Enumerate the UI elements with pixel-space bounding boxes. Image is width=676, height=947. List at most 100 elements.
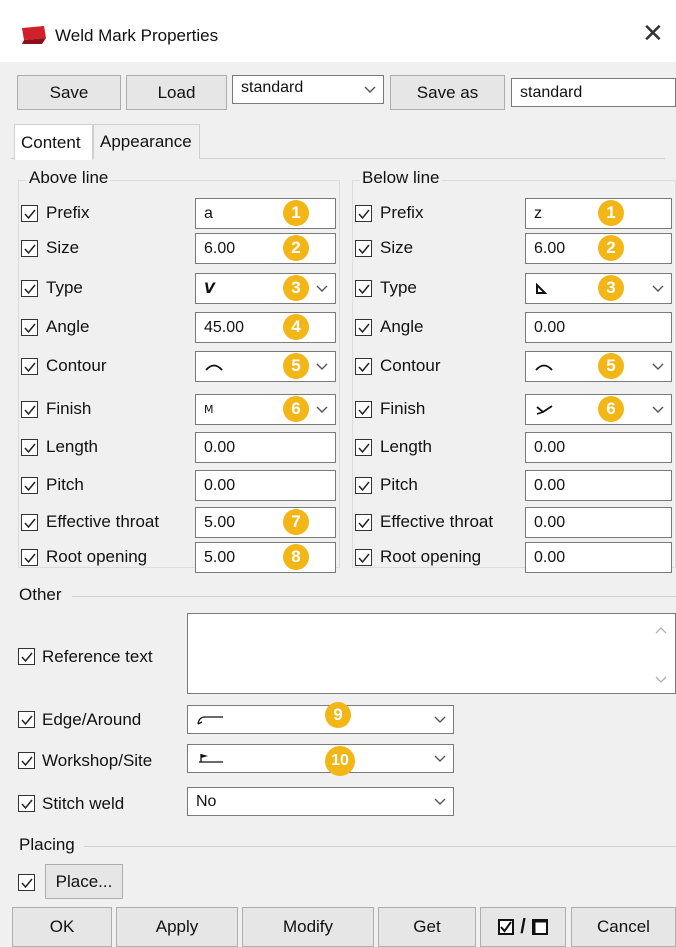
below-effective-throat-checkbox[interactable]	[355, 514, 372, 531]
select-all-toggle-button[interactable]: /	[480, 907, 566, 947]
field-value: z	[534, 204, 542, 222]
field-value: 6.00	[204, 239, 236, 257]
below-type-label: Type	[380, 278, 417, 297]
below-effective-throat-input[interactable]: 0.00	[525, 507, 672, 538]
fillet-symbol-icon	[536, 282, 548, 294]
chevron-down-icon	[364, 86, 376, 93]
checked-box-icon	[498, 919, 515, 935]
tab-appearance[interactable]: Appearance	[93, 124, 200, 159]
above-size-checkbox[interactable]	[21, 240, 38, 257]
above-length-checkbox[interactable]	[21, 439, 38, 456]
above-length-input[interactable]: 0.00	[195, 432, 336, 463]
above-prefix-input[interactable]: a	[195, 198, 336, 229]
above-finish-select[interactable]: M	[195, 394, 336, 425]
below-root-opening-checkbox[interactable]	[355, 549, 372, 566]
above-type-select[interactable]: V	[195, 273, 336, 304]
reference-text-checkbox[interactable]	[18, 648, 35, 665]
above-type-checkbox[interactable]	[21, 280, 38, 297]
above-angle-checkbox[interactable]	[21, 319, 38, 336]
below-finish-label: Finish	[380, 399, 426, 418]
place-button[interactable]: Place...	[45, 864, 123, 899]
load-button[interactable]: Load	[126, 75, 227, 110]
field-value: M	[204, 403, 214, 416]
get-button[interactable]: Get	[378, 907, 476, 947]
above-contour-label: Contour	[46, 356, 107, 375]
edge-around-select[interactable]	[187, 705, 454, 734]
above-effective-throat-checkbox[interactable]	[21, 514, 38, 531]
workshop-site-select[interactable]	[187, 744, 454, 773]
above-finish-checkbox[interactable]	[21, 401, 38, 418]
below-length-input[interactable]: 0.00	[525, 432, 672, 463]
close-icon[interactable]: ✕	[642, 20, 664, 46]
edge-symbol-icon	[197, 715, 223, 725]
below-finish-checkbox[interactable]	[355, 401, 372, 418]
callout-badge: 1	[598, 200, 624, 226]
field-value: 0.00	[534, 548, 566, 566]
above-type-label: Type	[46, 278, 83, 297]
callout-badge: 8	[283, 544, 309, 570]
save-button[interactable]: Save	[17, 75, 121, 110]
callout-badge: 5	[283, 353, 309, 379]
below-pitch-input[interactable]: 0.00	[525, 470, 672, 501]
below-length-checkbox[interactable]	[355, 439, 372, 456]
field-value: 0.00	[204, 476, 236, 494]
apply-button[interactable]: Apply	[116, 907, 238, 947]
above-angle-input[interactable]: 45.00	[195, 312, 336, 343]
above-effective-throat-input[interactable]: 5.00	[195, 507, 336, 538]
cancel-button[interactable]: Cancel	[571, 907, 676, 947]
scroll-up-icon[interactable]	[655, 626, 667, 634]
above-finish-label: Finish	[46, 399, 92, 418]
reference-text-input[interactable]	[187, 613, 676, 694]
workshop-site-checkbox[interactable]	[18, 752, 35, 769]
modify-button[interactable]: Modify	[242, 907, 374, 947]
below-angle-checkbox[interactable]	[355, 319, 372, 336]
below-size-checkbox[interactable]	[355, 240, 372, 257]
above-size-label: Size	[46, 238, 80, 257]
title-bar: Weld Mark Properties ✕	[0, 0, 676, 62]
above-root-opening-checkbox[interactable]	[21, 549, 38, 566]
field-value: 0.00	[534, 513, 566, 531]
above-prefix-checkbox[interactable]	[21, 205, 38, 222]
below-contour-checkbox[interactable]	[355, 358, 372, 375]
above-pitch-checkbox[interactable]	[21, 477, 38, 494]
above-contour-select[interactable]	[195, 351, 336, 382]
callout-badge: 2	[283, 235, 309, 261]
field-value: 0.00	[534, 438, 566, 456]
above-contour-checkbox[interactable]	[21, 358, 38, 375]
check-icon	[358, 284, 370, 295]
field-value: 0.00	[204, 438, 236, 456]
below-length-label: Length	[380, 437, 432, 456]
above-size-input[interactable]: 6.00	[195, 233, 336, 264]
edge-around-label: Edge/Around	[42, 710, 142, 729]
scroll-down-icon[interactable]	[655, 676, 667, 684]
check-icon	[358, 323, 370, 334]
chevron-down-icon	[434, 716, 446, 723]
below-type-checkbox[interactable]	[355, 280, 372, 297]
placing-separator	[84, 846, 676, 847]
edge-around-checkbox[interactable]	[18, 711, 35, 728]
below-pitch-checkbox[interactable]	[355, 477, 372, 494]
stitch-weld-checkbox[interactable]	[18, 795, 35, 812]
stitch-weld-select[interactable]: No	[187, 787, 454, 816]
check-icon	[21, 652, 33, 663]
check-icon	[358, 481, 370, 492]
below-angle-input[interactable]: 0.00	[525, 312, 672, 343]
save-as-name-input[interactable]: standard	[511, 78, 676, 107]
below-prefix-checkbox[interactable]	[355, 205, 372, 222]
chevron-down-icon	[434, 798, 446, 805]
save-as-button[interactable]: Save as	[390, 75, 505, 110]
check-icon	[24, 553, 36, 564]
below-angle-label: Angle	[380, 317, 424, 336]
below-pitch-label: Pitch	[380, 475, 418, 494]
preset-select[interactable]: standard	[232, 75, 384, 104]
chevron-down-icon	[652, 285, 664, 292]
below-root-opening-input[interactable]: 0.00	[525, 542, 672, 573]
field-value: 0.00	[534, 318, 566, 336]
field-value: a	[204, 204, 213, 222]
tab-content[interactable]: Content	[14, 124, 93, 160]
ok-button[interactable]: OK	[12, 907, 112, 947]
above-pitch-input[interactable]: 0.00	[195, 470, 336, 501]
place-checkbox[interactable]	[18, 874, 35, 891]
field-value: 5.00	[204, 513, 236, 531]
above-root-opening-input[interactable]: 5.00	[195, 542, 336, 573]
